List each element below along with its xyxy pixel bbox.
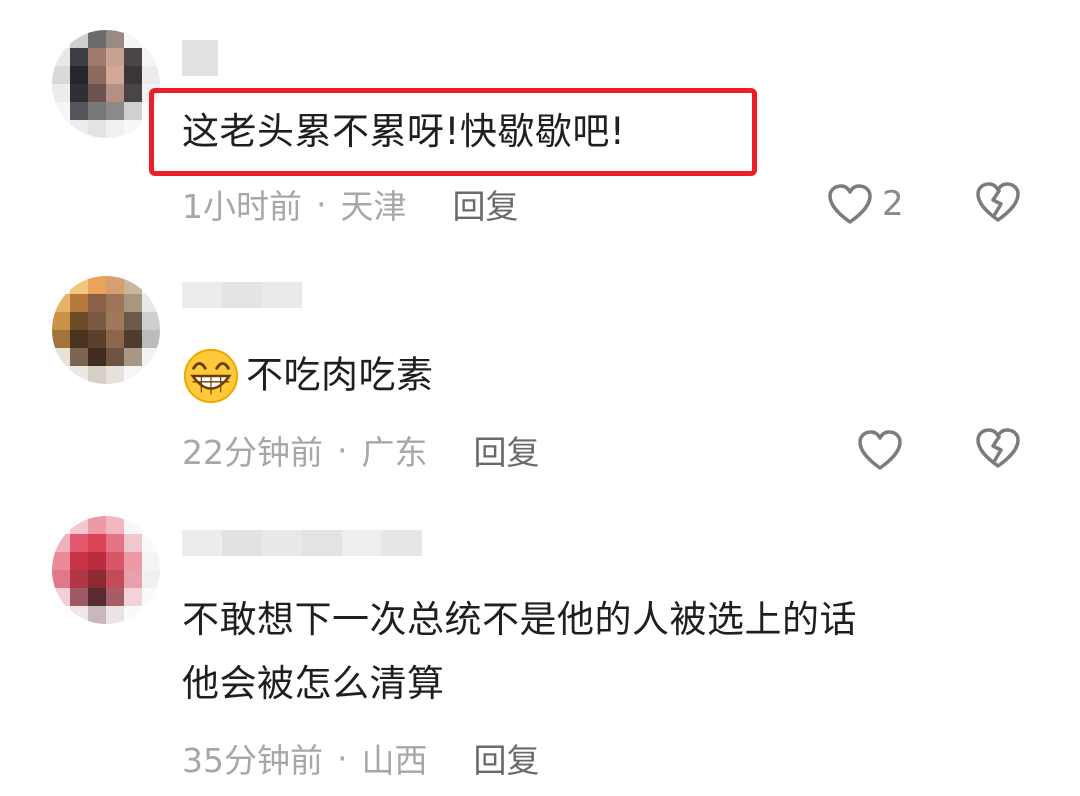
comment-time: 1小时前 [182,187,302,226]
separator: · [337,430,348,470]
avatar[interactable] [52,30,160,138]
comment-text-line-2: 他会被怎么清算 [182,662,445,705]
dislike-button[interactable] [974,426,1022,470]
comment-text: 这老头累不累呀!快歇歇吧! [182,110,626,153]
heart-outline-icon [828,184,872,224]
username-blurred[interactable] [182,282,302,308]
comment-item: 这老头累不累呀!快歇歇吧! 1小时前 · 天津 回复 2 [0,0,1080,260]
comment-time: 22分钟前 [182,433,323,472]
avatar[interactable] [52,276,160,384]
separator: · [316,184,327,224]
like-button[interactable]: 2 [826,180,904,228]
comment-location: 天津 [340,187,407,226]
like-button[interactable] [856,426,904,474]
comment-location: 山西 [361,741,428,780]
comment-location: 广东 [361,433,428,472]
dislike-button[interactable] [974,180,1022,224]
comment-meta: 22分钟前 · 广东 回复 [182,426,540,474]
comment-time: 35分钟前 [182,741,323,780]
comment-text-content: 不吃肉吃素 [246,353,434,397]
reply-button[interactable]: 回复 [474,426,540,474]
avatar[interactable] [52,516,160,624]
broken-heart-icon [976,428,1020,468]
username-blurred[interactable] [182,530,422,556]
comment-item: 不吃肉吃素 22分钟前 · 广东 回复 [0,260,1080,500]
username-blurred[interactable] [182,40,218,76]
reply-button[interactable]: 回复 [453,180,519,228]
comment-meta: 1小时前 · 天津 回复 [182,180,519,228]
heart-outline-icon [858,430,902,470]
comment-text-line-1: 不敢想下一次总统不是他的人被选上的话 [182,598,857,641]
broken-heart-icon [976,182,1020,222]
separator: · [337,738,348,778]
grinning-face-emoji [183,348,239,403]
comment-item: 不敢想下一次总统不是他的人被选上的话 他会被怎么清算 35分钟前 · 山西 回复 [0,500,1080,796]
comment-meta: 35分钟前 · 山西 回复 [182,734,540,782]
comment-text: 不吃肉吃素 [182,342,434,408]
like-count: 2 [882,184,904,224]
reply-button[interactable]: 回复 [474,734,540,782]
